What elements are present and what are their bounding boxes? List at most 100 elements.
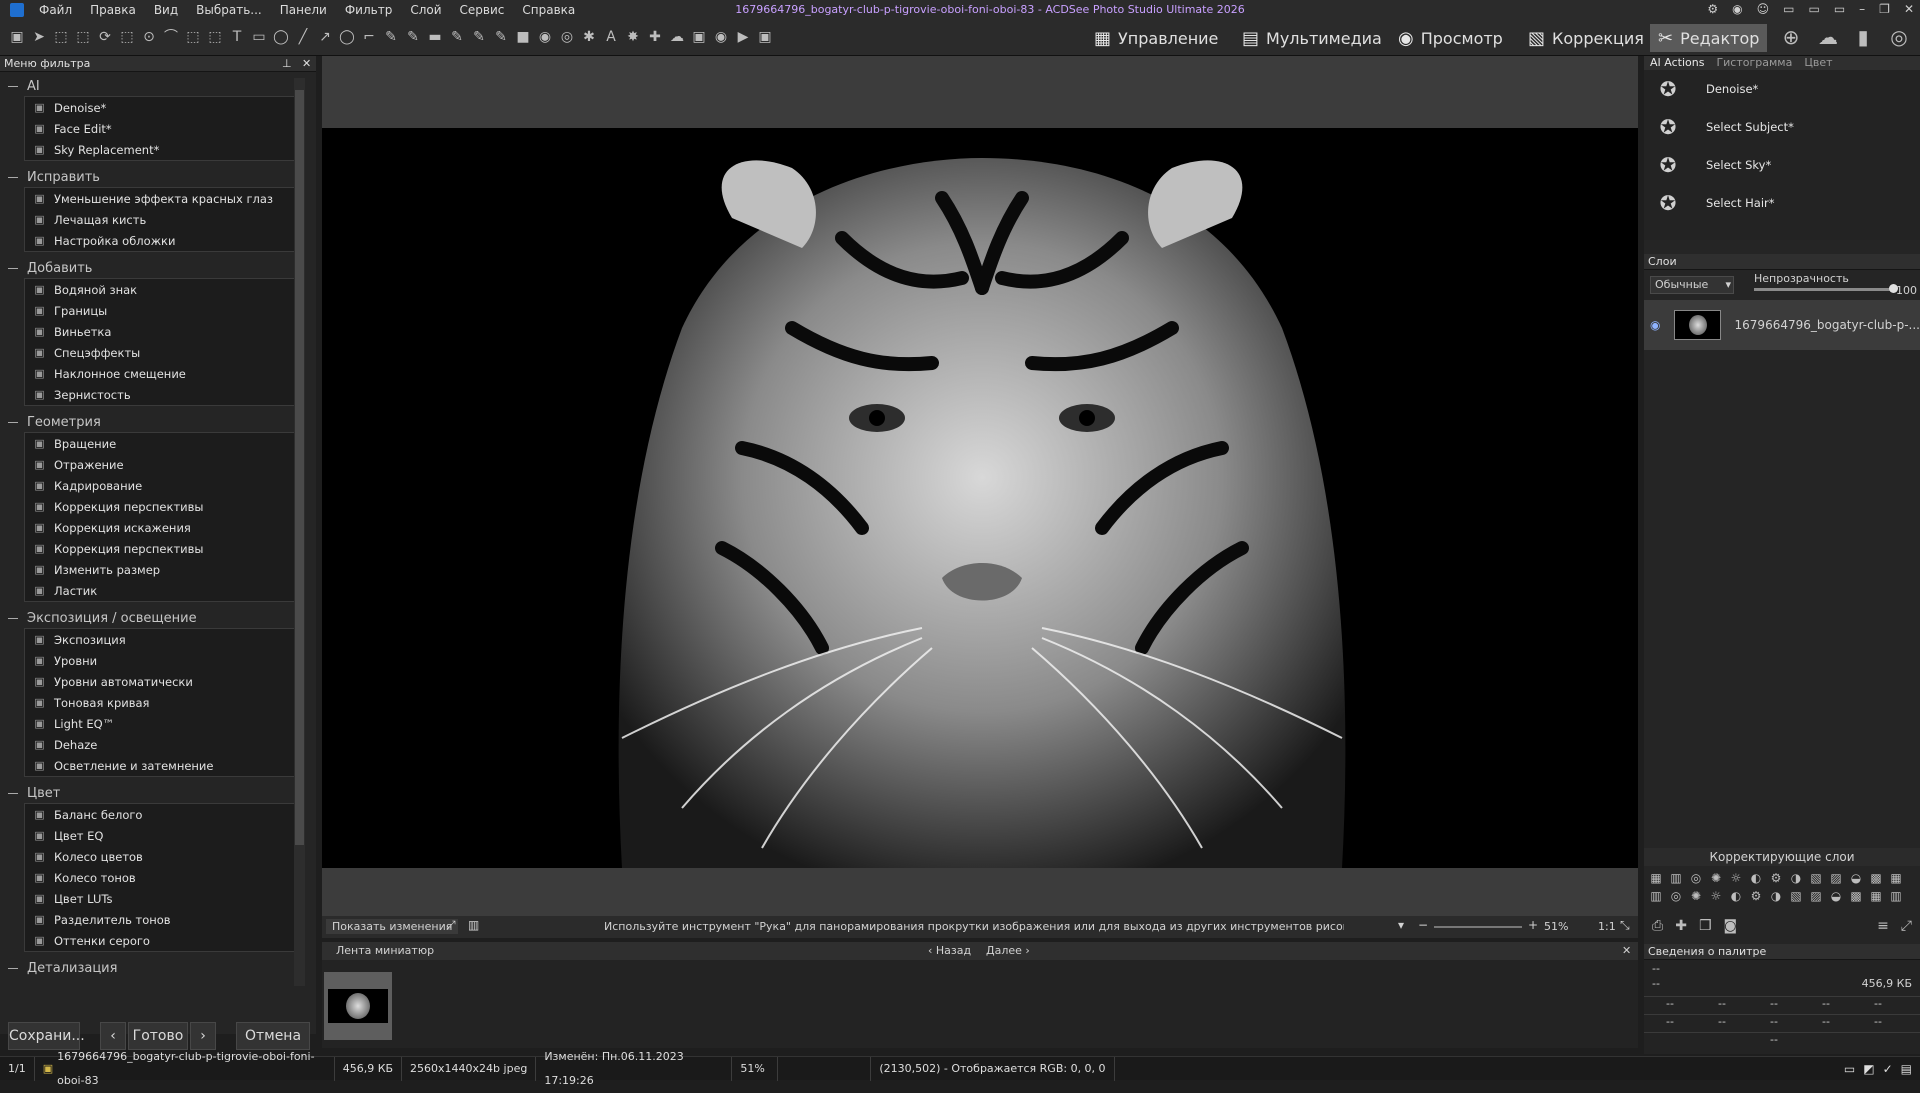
visibility-icon[interactable]: ◉ <box>1650 318 1660 332</box>
tool-icon[interactable]: ▣ <box>690 28 708 46</box>
filter-item[interactable]: ▣ Наклонное смещение <box>25 363 295 384</box>
tool-icon[interactable]: ✎ <box>404 28 422 46</box>
menu-item[interactable]: Слой <box>401 0 450 20</box>
tool-icon[interactable]: ✎ <box>470 28 488 46</box>
tool-icon[interactable]: ↗ <box>316 28 334 46</box>
adjustment-layer-icon[interactable]: ▨ <box>1828 870 1844 886</box>
adjustment-layer-icon[interactable]: ▦ <box>1888 870 1904 886</box>
filter-item[interactable]: ▣ Dehaze <box>25 734 295 755</box>
filter-item[interactable]: ▣ Denoise* <box>25 97 295 118</box>
list-icon[interactable]: ≡ <box>1877 918 1889 938</box>
group-title[interactable]: Цвет <box>0 783 316 803</box>
zoom-out-icon[interactable]: − <box>1418 918 1428 932</box>
zoom-in-icon[interactable]: + <box>1528 918 1538 932</box>
adjustment-layer-icon[interactable]: ▦ <box>1648 870 1664 886</box>
tool-icon[interactable]: ⬚ <box>184 28 202 46</box>
chart-icon[interactable]: ▮ <box>1854 27 1872 47</box>
adjustment-layer-icon[interactable]: ▩ <box>1868 870 1884 886</box>
restore-icon[interactable]: ❐ <box>1879 2 1890 16</box>
histogram-icon[interactable]: ▥ <box>468 918 479 932</box>
tool-icon[interactable]: ✸ <box>624 28 642 46</box>
mode-tab[interactable]: ✂ Редактор <box>1650 24 1768 52</box>
ai-action[interactable]: ✪ Denoise* <box>1644 70 1920 108</box>
filter-item[interactable]: ▣ Экспозиция <box>25 629 295 650</box>
tool-icon[interactable]: ☁ <box>668 28 686 46</box>
tool-icon[interactable]: T <box>228 28 246 46</box>
right-tab[interactable]: Цвет <box>1798 56 1838 70</box>
menu-item[interactable]: Файл <box>30 0 81 20</box>
close-panel-icon[interactable]: ✕ <box>302 56 311 72</box>
filter-item[interactable]: ▣ Спецэффекты <box>25 342 295 363</box>
check-icon[interactable]: ✓ <box>1883 1062 1893 1076</box>
menu-item[interactable]: Сервис <box>451 0 514 20</box>
mode-tab[interactable]: ▤ Мультимедиа <box>1234 24 1390 52</box>
adjustment-layer-icon[interactable]: ▧ <box>1808 870 1824 886</box>
layout-icon[interactable]: ▭ <box>1783 2 1794 16</box>
right-tab[interactable]: AI Actions <box>1644 56 1710 70</box>
view-icon[interactable]: ◎ <box>1890 27 1908 47</box>
adjustment-layer-icon[interactable]: ▩ <box>1848 888 1864 904</box>
filter-item[interactable]: ▣ Ластик <box>25 580 295 601</box>
close-icon[interactable]: ✕ <box>1904 2 1914 16</box>
filter-item[interactable]: ▣ Коррекция искажения <box>25 517 295 538</box>
adjustment-layer-icon[interactable]: ▦ <box>1868 888 1884 904</box>
adjustment-layer-icon[interactable]: ▨ <box>1808 888 1824 904</box>
filter-item[interactable]: ▣ Кадрирование <box>25 475 295 496</box>
filter-item[interactable]: ▣ Коррекция перспективы <box>25 538 295 559</box>
filter-item[interactable]: ▣ Настройка обложки <box>25 230 295 251</box>
filter-item[interactable]: ▣ Оттенки серого <box>25 930 295 951</box>
adjustment-layer-icon[interactable]: ▥ <box>1648 888 1664 904</box>
tool-icon[interactable]: ▭ <box>250 28 268 46</box>
tool-icon[interactable]: ◉ <box>712 28 730 46</box>
adjustment-layer-icon[interactable]: ◒ <box>1828 888 1844 904</box>
tool-icon[interactable]: ⬚ <box>52 28 70 46</box>
tool-icon[interactable]: ✚ <box>646 28 664 46</box>
show-changes-button[interactable]: Показать изменения <box>326 919 459 934</box>
menu-item[interactable]: Выбрать... <box>187 0 271 20</box>
adjustment-layer-icon[interactable]: ⚙ <box>1748 888 1764 904</box>
adjustment-layer-icon[interactable]: ▧ <box>1788 888 1804 904</box>
opacity-slider[interactable] <box>1754 288 1894 291</box>
filter-item[interactable]: ▣ Разделитель тонов <box>25 909 295 930</box>
tool-icon[interactable]: ◯ <box>338 28 356 46</box>
collapse-icon[interactable] <box>8 617 18 619</box>
filter-item[interactable]: ▣ Face Edit* <box>25 118 295 139</box>
filter-item[interactable]: ▣ Отражение <box>25 454 295 475</box>
tool-icon[interactable]: ▬ <box>426 28 444 46</box>
adjustment-layer-icon[interactable]: ◑ <box>1768 888 1784 904</box>
filter-item[interactable]: ▣ Изменить размер <box>25 559 295 580</box>
blend-mode-select[interactable]: Обычные ▾ <box>1650 276 1734 294</box>
filter-scroll-thumb[interactable] <box>295 90 304 845</box>
tool-icon[interactable]: ◎ <box>558 28 576 46</box>
tool-icon[interactable]: A <box>602 28 620 46</box>
adjustment-layer-icon[interactable]: ◐ <box>1728 888 1744 904</box>
expand-icon[interactable]: ⤢ <box>1901 918 1912 938</box>
opacity-value[interactable]: 100 <box>1896 284 1917 297</box>
filter-item[interactable]: ▣ Уровни автоматически <box>25 671 295 692</box>
group-title[interactable]: Геометрия <box>0 412 316 432</box>
filter-item[interactable]: ▣ Уменьшение эффекта красных глаз <box>25 188 295 209</box>
tool-icon[interactable]: ✎ <box>382 28 400 46</box>
tool-icon[interactable]: ✎ <box>448 28 466 46</box>
layout3-icon[interactable]: ▭ <box>1834 2 1845 16</box>
ai-action[interactable]: ✪ Select Subject* <box>1644 108 1920 146</box>
collapse-icon[interactable] <box>8 176 18 178</box>
layout2-icon[interactable]: ▭ <box>1808 2 1819 16</box>
fit-icon[interactable]: ⤡ <box>1620 918 1630 933</box>
contrast-icon[interactable]: ◩ <box>1863 1062 1874 1076</box>
stamp-icon[interactable]: ⎙ <box>1652 918 1663 938</box>
filter-item[interactable]: ▣ Sky Replacement* <box>25 139 295 160</box>
adjustment-layer-icon[interactable]: ◎ <box>1688 870 1704 886</box>
ai-action[interactable]: ✪ Select Hair* <box>1644 184 1920 222</box>
view-mode-icon[interactable]: ▭ <box>1844 1062 1855 1076</box>
adjustment-layer-icon[interactable]: ✺ <box>1708 870 1724 886</box>
tool-icon[interactable]: ⬚ <box>206 28 224 46</box>
pin-icon[interactable]: ⊥ <box>282 56 292 72</box>
layer-row[interactable]: ◉ 1679664796_bogatyr-club-p-... <box>1644 300 1920 350</box>
globe-icon[interactable]: ⊕ <box>1782 27 1800 47</box>
collapse-icon[interactable] <box>8 967 18 969</box>
adjustment-layer-icon[interactable]: ✺ <box>1688 888 1704 904</box>
tool-icon[interactable]: ⬚ <box>118 28 136 46</box>
filter-item[interactable]: ▣ Зернистость <box>25 384 295 405</box>
filter-item[interactable]: ▣ Баланс белого <box>25 804 295 825</box>
